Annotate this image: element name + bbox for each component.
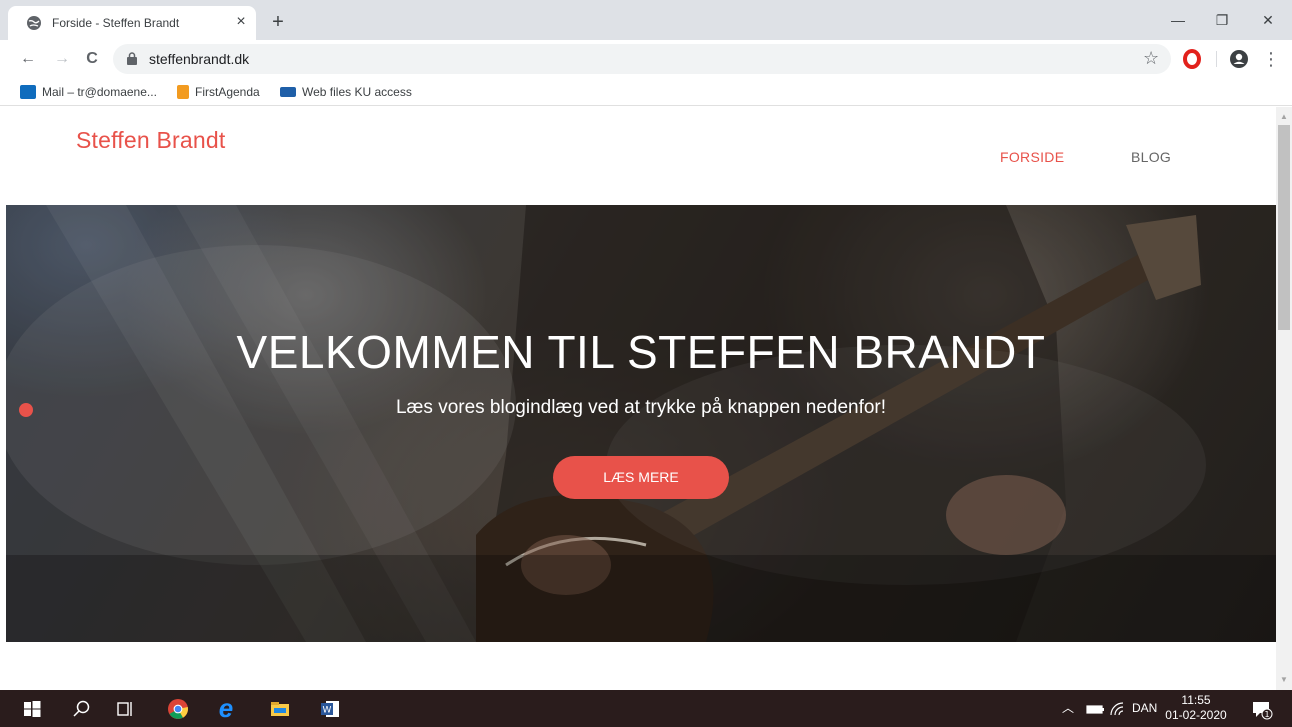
browser-toolbar: ← → C steffenbrandt.dk ☆ ⋮ bbox=[0, 40, 1292, 78]
nav-item-forside[interactable]: FORSIDE bbox=[1000, 149, 1064, 165]
windows-start-icon[interactable] bbox=[20, 697, 44, 721]
hero-title: VELKOMMEN TIL STEFFEN BRANDT bbox=[236, 326, 1046, 378]
minimize-button[interactable]: — bbox=[1158, 8, 1198, 32]
lock-icon bbox=[127, 52, 137, 65]
globe-icon bbox=[27, 16, 41, 30]
search-icon[interactable] bbox=[70, 697, 94, 721]
svg-text:1: 1 bbox=[1264, 710, 1269, 719]
wifi-icon[interactable] bbox=[1106, 697, 1130, 721]
reload-button[interactable]: C bbox=[80, 47, 104, 71]
outlook-icon bbox=[20, 85, 36, 99]
page-scrollbar[interactable]: ▲ ▼ bbox=[1276, 107, 1292, 690]
word-icon[interactable]: W bbox=[318, 697, 342, 721]
hero-subtitle: Læs vores blogindlæg ved at trykke på kn… bbox=[395, 397, 887, 418]
chrome-icon[interactable] bbox=[166, 697, 190, 721]
bookmark-mail[interactable]: Mail – tr@domaene... bbox=[20, 83, 157, 101]
bookmark-star-icon[interactable]: ☆ bbox=[1143, 48, 1159, 69]
scroll-up-arrow-icon[interactable]: ▲ bbox=[1276, 109, 1292, 125]
tab-close-button[interactable]: × bbox=[232, 13, 250, 31]
bookmark-firstagenda[interactable]: FirstAgenda bbox=[177, 83, 260, 101]
hero-slider: VELKOMMEN TIL STEFFEN BRANDT Læs vores b… bbox=[6, 205, 1276, 642]
internet-explorer-icon[interactable]: e bbox=[214, 695, 238, 721]
file-explorer-icon[interactable] bbox=[268, 697, 292, 721]
browser-tab[interactable]: Forside - Steffen Brandt × bbox=[8, 6, 256, 40]
site-logo[interactable]: Steffen Brandt bbox=[76, 127, 225, 154]
task-view-icon[interactable] bbox=[113, 697, 137, 721]
opera-extension-icon[interactable] bbox=[1183, 49, 1201, 69]
bookmark-web-files[interactable]: Web files KU access bbox=[280, 83, 412, 101]
firstagenda-icon bbox=[177, 85, 189, 99]
hero-overlay bbox=[6, 205, 1276, 642]
forward-button[interactable]: → bbox=[50, 47, 74, 71]
scroll-thumb[interactable] bbox=[1278, 125, 1290, 330]
back-button[interactable]: ← bbox=[16, 47, 40, 71]
scroll-down-arrow-icon[interactable]: ▼ bbox=[1276, 672, 1292, 688]
nav-item-blog[interactable]: BLOG bbox=[1131, 149, 1171, 165]
tab-title: Forside - Steffen Brandt bbox=[52, 16, 180, 30]
profile-icon[interactable] bbox=[1229, 49, 1249, 69]
battery-icon[interactable] bbox=[1084, 697, 1108, 721]
bookmarks-bar: Mail – tr@domaene... FirstAgenda Web fil… bbox=[0, 78, 1292, 106]
address-bar[interactable]: steffenbrandt.dk ☆ bbox=[113, 44, 1171, 74]
language-indicator[interactable]: DAN bbox=[1132, 690, 1157, 727]
drive-icon bbox=[280, 87, 296, 97]
clock[interactable]: 11:55 01-02-2020 bbox=[1164, 693, 1228, 723]
url-text: steffenbrandt.dk bbox=[149, 51, 250, 67]
svg-text:W: W bbox=[323, 706, 332, 716]
clock-date: 01-02-2020 bbox=[1165, 708, 1227, 722]
notification-icon[interactable]: 1 bbox=[1249, 697, 1273, 721]
toolbar-separator bbox=[1216, 51, 1217, 67]
windows-taskbar: e W ︿ DAN 11:55 01-02-2020 1 bbox=[0, 690, 1292, 727]
browser-tab-strip: Forside - Steffen Brandt × + — ❐ ✕ bbox=[0, 0, 1292, 40]
new-tab-button[interactable]: + bbox=[266, 11, 290, 35]
close-window-button[interactable]: ✕ bbox=[1248, 8, 1288, 32]
page-viewport: Steffen Brandt FORSIDE BLOG VELKOMMEN TI… bbox=[0, 107, 1292, 690]
tray-overflow-icon[interactable]: ︿ bbox=[1062, 690, 1074, 727]
browser-menu-button[interactable]: ⋮ bbox=[1262, 48, 1280, 70]
clock-time: 11:55 bbox=[1181, 693, 1211, 707]
restore-button[interactable]: ❐ bbox=[1202, 8, 1242, 32]
read-more-button[interactable]: LÆS MERE bbox=[553, 456, 729, 499]
